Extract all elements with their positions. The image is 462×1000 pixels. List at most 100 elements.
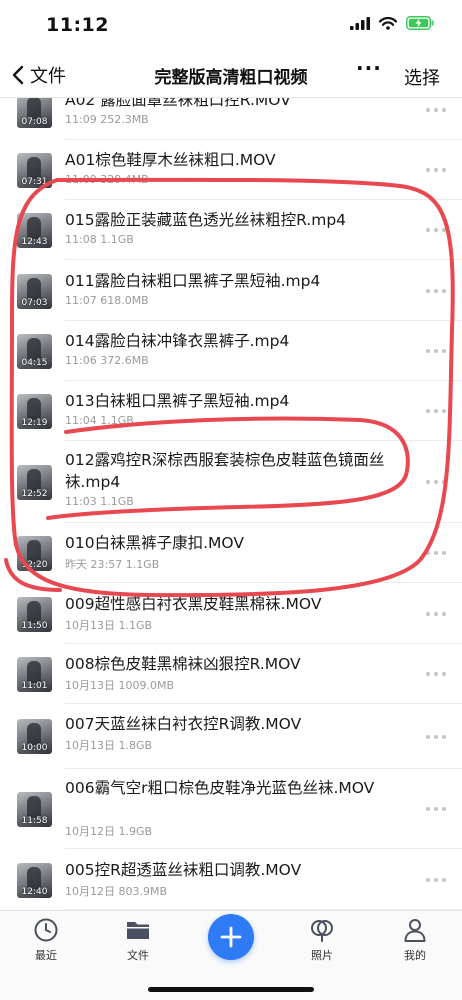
plus-icon	[220, 926, 242, 948]
file-row[interactable]: 04:15 014露脸白袜冲锋衣黑裤子.mp4 11:06 372.6MB	[0, 321, 462, 381]
file-row[interactable]: 11:50 009超性感白衬衣黑皮鞋黑棉袜.MOV 10月13日 1.1GB	[0, 584, 462, 644]
file-meta: 11:04 1.1GB	[65, 414, 134, 427]
file-row[interactable]: 07:08 A02 露脸面罩丝袜粗口控R.MOV 11:09 252.3MB	[0, 98, 462, 140]
back-button[interactable]: 文件	[12, 60, 66, 90]
tab-files[interactable]: 文件	[108, 917, 168, 963]
file-row[interactable]: 12:19 013白袜粗口黑裤子黑短袖.mp4 11:04 1.1GB	[0, 381, 462, 441]
tab-recent[interactable]: 最近	[16, 917, 76, 963]
file-meta: 昨天 23:57 1.1GB	[65, 558, 160, 571]
row-divider	[65, 848, 462, 849]
video-duration: 04:15	[21, 358, 48, 368]
cellular-signal-icon	[350, 16, 370, 30]
file-name: 008棕色皮鞋黑棉袜凶狠控R.MOV	[65, 655, 301, 673]
row-more-icon[interactable]	[426, 548, 448, 558]
file-name: 011露脸白袜粗口黑裤子黑短袖.mp4	[65, 272, 321, 290]
file-meta: 11:07 618.0MB	[65, 294, 149, 307]
status-time: 11:12	[46, 14, 109, 36]
tab-label: 我的	[404, 949, 426, 962]
file-meta: 11:06 372.6MB	[65, 354, 149, 367]
file-name: 013白袜粗口黑裤子黑短袖.mp4	[65, 392, 290, 410]
file-meta: 11:08 1.1GB	[65, 233, 134, 246]
row-more-icon[interactable]	[426, 875, 448, 885]
file-name: 007天蓝丝袜白衬衣控R调教.MOV	[65, 715, 302, 733]
row-divider	[65, 259, 462, 260]
file-meta: 10月12日 803.9MB	[65, 885, 168, 898]
row-more-icon[interactable]	[426, 346, 448, 356]
file-meta: 10月13日 1009.0MB	[65, 679, 175, 692]
file-row[interactable]: 11:58 006霸气空r粗口棕色皮鞋净光蓝色丝袜.MOV 10月12日 1.9GB	[0, 769, 462, 849]
file-row[interactable]: 12:43 015露脸正装藏蓝色透光丝袜粗控R.mp4 11:08 1.1GB	[0, 200, 462, 260]
row-more-icon[interactable]	[426, 406, 448, 416]
file-row[interactable]: 10:00 007天蓝丝袜白衬衣控R调教.MOV 10月13日 1.8GB	[0, 704, 462, 769]
row-more-icon[interactable]	[426, 669, 448, 679]
file-meta: 11:03 1.1GB	[65, 495, 134, 508]
video-thumbnail: 12:20	[17, 536, 52, 571]
status-bar: 11:12	[0, 0, 462, 50]
video-duration: 11:58	[21, 816, 48, 826]
video-duration: 12:52	[21, 489, 48, 499]
video-duration: 12:40	[21, 887, 48, 897]
back-label: 文件	[30, 66, 66, 87]
video-thumbnail: 07:31	[17, 153, 52, 188]
tab-label: 照片	[311, 949, 333, 962]
row-more-icon[interactable]	[426, 165, 448, 175]
video-duration: 11:50	[21, 621, 48, 631]
file-name: 014露脸白袜冲锋衣黑裤子.mp4	[65, 332, 290, 350]
video-thumbnail: 07:08	[17, 98, 52, 128]
file-meta: 11:09 329.4MB	[65, 173, 149, 186]
file-name: 015露脸正装藏蓝色透光丝袜粗控R.mp4	[65, 211, 347, 229]
file-meta: 11:09 252.3MB	[65, 113, 149, 126]
row-more-icon[interactable]	[426, 286, 448, 296]
file-list: 07:08 A02 露脸面罩丝袜粗口控R.MOV 11:09 252.3MB 07:3…	[0, 98, 462, 910]
row-more-icon[interactable]	[426, 105, 448, 115]
video-thumbnail: 11:01	[17, 657, 52, 692]
status-icons	[350, 16, 434, 30]
video-thumbnail: 07:03	[17, 274, 52, 309]
file-row[interactable]: 07:03 011露脸白袜粗口黑裤子黑短袖.mp4 11:07 618.0MB	[0, 261, 462, 321]
video-thumbnail: 12:43	[17, 213, 52, 248]
file-row[interactable]: 12:52 012露鸡控R深棕西服套装棕色皮鞋蓝色镜面丝袜.mp4 11:03 1.…	[0, 441, 462, 523]
tab-label: 最近	[35, 949, 57, 962]
more-options-button[interactable]: ···	[356, 56, 382, 80]
select-button[interactable]: 选择	[404, 64, 440, 90]
video-thumbnail: 04:15	[17, 334, 52, 369]
folder-icon	[127, 922, 149, 939]
file-name: 012露鸡控R深棕西服套装棕色皮鞋蓝色镜面丝袜.mp4	[65, 451, 385, 491]
row-more-icon[interactable]	[426, 609, 448, 619]
file-name: 005控R超透蓝丝袜粗口调教.MOV	[65, 861, 302, 879]
row-divider	[65, 582, 462, 583]
file-row[interactable]: 11:01 008棕色皮鞋黑棉袜凶狠控R.MOV 10月13日 1009.0MB	[0, 644, 462, 704]
page-title: 完整版高清粗口视频	[154, 68, 308, 88]
video-thumbnail: 11:58	[17, 792, 52, 827]
video-duration: 12:43	[21, 237, 48, 247]
file-meta: 10月13日 1.8GB	[65, 739, 153, 752]
row-more-icon[interactable]	[426, 477, 448, 487]
video-thumbnail: 10:00	[17, 719, 52, 754]
file-row[interactable]: 12:40 005控R超透蓝丝袜粗口调教.MOV 10月12日 803.9MB	[0, 850, 462, 910]
tab-photos[interactable]: 照片	[292, 917, 352, 963]
row-more-icon[interactable]	[426, 732, 448, 742]
video-duration: 07:31	[21, 177, 48, 187]
video-duration: 11:01	[21, 681, 48, 691]
file-meta: 10月13日 1.1GB	[65, 619, 153, 632]
video-duration: 07:08	[21, 117, 48, 127]
row-more-icon[interactable]	[426, 804, 448, 814]
video-duration: 12:20	[21, 560, 48, 570]
add-button[interactable]	[208, 914, 254, 960]
row-more-icon[interactable]	[426, 225, 448, 235]
clock-icon	[34, 918, 58, 942]
file-row[interactable]: 12:20 010白袜黑裤子康扣.MOV 昨天 23:57 1.1GB	[0, 523, 462, 583]
video-duration: 07:03	[21, 298, 48, 308]
navigation-bar: 文件 完整版高清粗口视频 ··· 选择	[0, 52, 462, 98]
tab-me[interactable]: 我的	[385, 917, 445, 963]
file-row[interactable]: 07:31 A01棕色鞋厚木丝袜粗口.MOV 11:09 329.4MB	[0, 140, 462, 200]
video-duration: 12:19	[21, 418, 48, 428]
video-duration: 10:00	[21, 743, 48, 753]
file-name: A02 露脸面罩丝袜粗口控R.MOV	[65, 98, 291, 109]
tab-label: 文件	[127, 949, 149, 962]
photos-icon	[311, 920, 333, 942]
battery-charging-icon	[406, 16, 434, 30]
video-thumbnail: 12:40	[17, 863, 52, 898]
video-thumbnail: 11:50	[17, 597, 52, 632]
video-thumbnail: 12:52	[17, 465, 52, 500]
